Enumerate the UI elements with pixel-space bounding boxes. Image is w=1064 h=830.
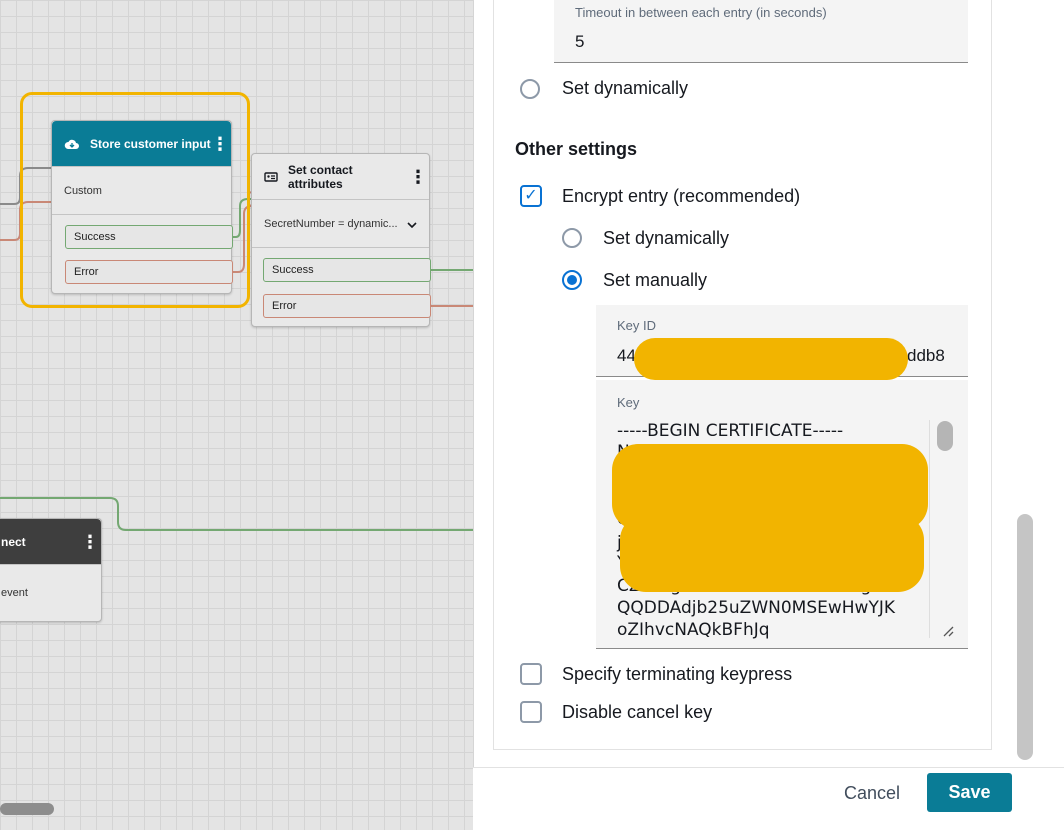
block-subtitle: event (1, 587, 28, 599)
key-line-begin: -----BEGIN CERTIFICATE----- (617, 421, 844, 441)
selected-block-highlight (20, 92, 250, 308)
branch-error[interactable]: Error (263, 294, 431, 318)
encrypt-set-manually-label[interactable]: Set manually (603, 270, 707, 291)
specify-terminating-keypress-checkbox[interactable] (520, 663, 542, 685)
encrypt-set-dynamically-label[interactable]: Set dynamically (603, 228, 729, 249)
encrypt-entry-checkbox[interactable]: ✓ (520, 185, 542, 207)
disable-cancel-key-checkbox[interactable] (520, 701, 542, 723)
disconnect-block[interactable]: nect ⋮ event (0, 518, 102, 622)
key-line-7: oZIhvcNAQkBFhJq (617, 620, 770, 640)
block-header: nect ⋮ (0, 519, 101, 565)
canvas-horizontal-scrollbar[interactable] (0, 803, 54, 815)
key-id-value-end[interactable]: ddb8 (907, 346, 968, 366)
block-title: nect (1, 534, 26, 549)
key-line-6: QQDDAdjb25uZWN0MSEwHwYJK (617, 598, 896, 618)
branch-success[interactable]: Success (263, 258, 431, 282)
key-id-value-start[interactable]: 44 (617, 346, 636, 366)
specify-terminating-keypress-label[interactable]: Specify terminating keypress (562, 664, 792, 685)
cancel-button[interactable]: Cancel (830, 776, 914, 810)
set-dynamically-radio[interactable] (520, 79, 540, 99)
block-title: Set contact attributes (288, 162, 353, 191)
panel-vertical-scrollbar[interactable] (1017, 514, 1033, 760)
set-contact-attributes-block[interactable]: Set contact attributes ⋮ SecretNumber = … (251, 153, 431, 327)
encrypt-set-manually-radio[interactable] (562, 270, 582, 290)
redaction-key-id (634, 338, 908, 380)
key-label: Key (617, 395, 640, 410)
kebab-menu-icon[interactable]: ⋮ (409, 168, 427, 186)
timeout-input[interactable]: 5 (575, 32, 584, 52)
flow-canvas[interactable]: Store customer input ⋮ Custom Success Er… (0, 0, 473, 830)
key-underline (596, 648, 968, 649)
resize-handle-icon[interactable] (942, 624, 954, 637)
disable-cancel-key-label[interactable]: Disable cancel key (562, 702, 712, 723)
chevron-down-icon[interactable] (407, 217, 417, 231)
attribute-summary[interactable]: SecretNumber = dynamic... (252, 200, 429, 248)
encrypt-entry-label[interactable]: Encrypt entry (recommended) (562, 186, 800, 207)
other-settings-heading: Other settings (515, 139, 638, 159)
key-textarea-scrollbar[interactable] (937, 421, 953, 451)
set-dynamically-label[interactable]: Set dynamically (562, 78, 688, 99)
encrypt-set-dynamically-radio[interactable] (562, 228, 582, 248)
attribute-summary-text: SecretNumber = dynamic... (264, 217, 398, 230)
redaction-key-block-2 (620, 514, 924, 592)
timeout-label: Timeout in between each entry (in second… (575, 5, 827, 20)
attributes-icon (264, 171, 278, 183)
key-textarea-scroll-track[interactable] (929, 420, 957, 638)
save-button[interactable]: Save (927, 773, 1012, 812)
timeout-underline (554, 62, 968, 63)
key-id-label: Key ID (617, 318, 657, 333)
kebab-menu-icon[interactable]: ⋮ (81, 533, 99, 551)
block-header: Set contact attributes ⋮ (252, 154, 429, 200)
